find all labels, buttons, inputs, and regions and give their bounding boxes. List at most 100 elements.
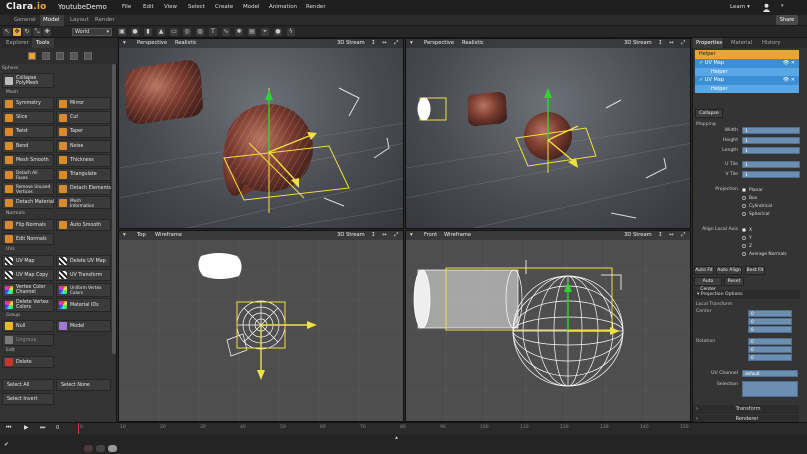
user-chevron-icon[interactable]: ▾ — [781, 3, 784, 9]
mesh-tool-button[interactable]: Detach Elements — [56, 182, 111, 196]
mesh-tool-button[interactable]: Mirror — [56, 97, 111, 110]
stack-item-uv-map[interactable]: ✓ UV Map 👁 ✕ — [695, 76, 799, 85]
collapse-polymesh-button[interactable]: Collapse PolyMesh — [2, 73, 54, 88]
mesh-tool-button[interactable]: Mesh Smooth — [2, 153, 54, 167]
tab-properties[interactable]: Properties — [693, 38, 723, 48]
uv-map-copy-button[interactable]: UV Map Copy — [2, 269, 54, 281]
mesh-tool-button[interactable]: Noise — [56, 139, 111, 153]
selection-field[interactable] — [742, 381, 798, 397]
flip-normals-button[interactable]: Flip Normals — [2, 219, 54, 231]
viewport-perspective-right[interactable]: ▾ Perspective Realistic 3D Stream ↕ ↔ ⤢ — [405, 38, 691, 229]
projection-options-header[interactable]: ▾ Projection Options — [694, 290, 800, 299]
learn-menu[interactable]: Learn ▾ — [730, 4, 750, 10]
app-logo[interactable]: Clara.io — [6, 2, 47, 12]
plane-primitive-icon[interactable]: ▭ — [170, 28, 178, 36]
menu-model[interactable]: Model — [243, 4, 260, 10]
rotation-y-input[interactable]: 0 — [748, 346, 792, 353]
tube-primitive-icon[interactable]: ◍ — [196, 28, 204, 36]
viewport-stream-label[interactable]: 3D Stream — [624, 232, 652, 238]
snap-tool-icon[interactable]: ✚ — [43, 28, 51, 36]
light-icon[interactable]: ✺ — [235, 28, 243, 36]
menu-file[interactable]: File — [122, 4, 131, 10]
tab-history[interactable]: History — [762, 40, 780, 46]
skip-forward-icon[interactable]: ⏭ — [40, 424, 45, 432]
camera-icon[interactable]: ▤ — [248, 28, 256, 36]
tab-layout[interactable]: Layout — [70, 17, 89, 23]
center-x-input[interactable]: 0 — [748, 310, 792, 317]
viewport-view-label[interactable]: Perspective — [137, 40, 167, 46]
horizontal-split-icon[interactable]: ↔ — [382, 40, 387, 46]
mesh-tool-button[interactable]: Twist — [2, 125, 54, 139]
mesh-tool-button[interactable]: Cut — [56, 111, 111, 125]
stack-item-helper-child[interactable]: Helper — [695, 68, 799, 76]
projection-cylindrical[interactable]: Cylindrical — [742, 202, 772, 210]
uv-map-button[interactable]: UV Map — [2, 255, 54, 267]
u-tile-input[interactable]: 1 — [742, 161, 800, 168]
viewport-shading-label[interactable]: Realistic — [175, 40, 197, 46]
stack-item-uv-map[interactable]: ✓ UV Map 👁 ✕ — [695, 59, 799, 68]
viewport-shading-label[interactable]: Realistic — [462, 40, 484, 46]
delete-button[interactable]: Delete — [2, 356, 54, 368]
rotate-tool-icon[interactable]: ↻ — [23, 28, 31, 36]
cylinder-wire-object[interactable] — [417, 97, 447, 121]
viewport-front[interactable]: ▾ Front Wireframe 3D Stream ↕ ↔ ⤢ — [405, 230, 691, 422]
uniform-vertex-colors-button[interactable]: Uniform Vertex Colors — [56, 283, 111, 297]
tab-render[interactable]: Render — [95, 17, 115, 23]
bolt-icon[interactable]: ϟ — [287, 28, 295, 36]
playhead[interactable] — [78, 423, 79, 434]
delete-uv-map-button[interactable]: Delete UV Map — [56, 255, 111, 267]
coordinate-space-select[interactable]: World ▾ — [72, 28, 112, 36]
mesh-tool-button[interactable]: Remove Unused Vertices — [2, 182, 54, 196]
tab-model[interactable]: Model — [40, 15, 64, 26]
maximize-icon[interactable]: ⤢ — [681, 232, 685, 239]
mesh-tool-button[interactable]: Thickness — [56, 153, 111, 167]
skip-back-icon[interactable]: ⏮ — [6, 424, 11, 432]
viewport-top[interactable]: ▾ Top Wireframe 3D Stream ↕ ↔ ⤢ — [118, 230, 404, 422]
viewport-menu-icon[interactable]: ▾ — [410, 40, 413, 46]
helix-primitive-icon[interactable]: ∿ — [222, 28, 230, 36]
best-fit-button[interactable]: Best Fit — [745, 266, 765, 275]
play-icon[interactable]: ▶ — [24, 424, 29, 431]
horizontal-split-icon[interactable]: ↔ — [669, 40, 674, 46]
mesh-tool-button[interactable]: Mesh Information — [56, 196, 111, 210]
stack-item-helper[interactable]: Helper — [695, 50, 799, 59]
filter-object-icon[interactable] — [28, 52, 36, 60]
cone-primitive-icon[interactable]: ▲ — [157, 28, 165, 36]
null-button[interactable]: Null — [2, 320, 54, 332]
viewport-menu-icon[interactable]: ▾ — [123, 232, 126, 238]
uv-transform-button[interactable]: UV Transform — [56, 269, 111, 281]
cube-primitive-icon[interactable]: ▣ — [118, 28, 126, 36]
project-name[interactable]: YoutubeDemo — [58, 3, 107, 11]
reset-button[interactable]: Reset — [724, 277, 744, 286]
torus-primitive-icon[interactable]: ◎ — [183, 28, 191, 36]
vertical-split-icon[interactable]: ↕ — [371, 40, 376, 46]
align-average-normals[interactable]: Average Normals — [742, 250, 787, 258]
pillow-object[interactable] — [124, 60, 203, 124]
viewport-view-label[interactable]: Top — [137, 232, 146, 238]
select-all-button[interactable]: Select All — [2, 379, 54, 391]
tab-explorer[interactable]: Explorer — [6, 40, 29, 46]
stack-item-helper-child[interactable]: Helper — [695, 85, 799, 93]
rotation-z-input[interactable]: 0 — [748, 354, 792, 361]
length-input[interactable]: 1 — [742, 147, 800, 154]
align-y[interactable]: Y — [742, 234, 787, 242]
tab-tools[interactable]: Tools — [32, 38, 54, 48]
projection-box[interactable]: Box — [742, 194, 772, 202]
menu-edit[interactable]: Edit — [143, 4, 154, 10]
maximize-icon[interactable]: ⤢ — [681, 40, 685, 47]
left-panel-scrollbar[interactable] — [112, 64, 116, 354]
scale-tool-icon[interactable]: ⤡ — [33, 28, 41, 36]
maximize-icon[interactable]: ⤢ — [394, 40, 398, 47]
current-frame[interactable]: 0 — [56, 425, 59, 431]
pillow-top-object[interactable] — [198, 253, 242, 279]
select-invert-button[interactable]: Select Invert — [2, 393, 54, 405]
expand-up-icon[interactable]: ▴ — [395, 434, 398, 441]
viewport-stream-label[interactable]: 3D Stream — [337, 40, 365, 46]
filter-element-icon[interactable] — [84, 52, 92, 60]
align-x[interactable]: X — [742, 226, 787, 234]
sphere-primitive-icon[interactable]: ● — [131, 28, 139, 36]
mesh-tool-button[interactable]: Slice — [2, 111, 54, 125]
menu-select[interactable]: Select — [188, 4, 205, 10]
vertex-color-channel-button[interactable]: Vertex Color Channel — [2, 283, 54, 297]
auto-fit-button[interactable]: Auto Fit — [694, 266, 714, 275]
